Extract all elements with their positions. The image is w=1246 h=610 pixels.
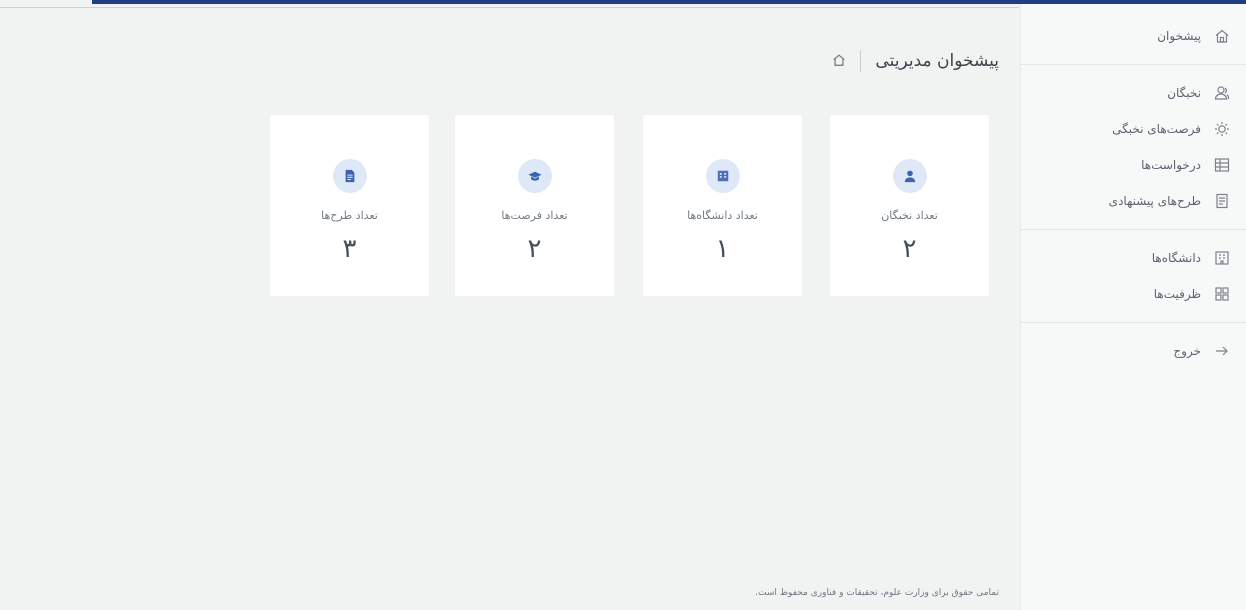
sidebar-item-capacities[interactable]: ظرفیت‌ها	[1021, 276, 1246, 312]
stat-label: تعداد نخبگان	[881, 209, 938, 222]
sidebar-item-label: نخبگان	[1167, 86, 1201, 100]
stat-label: تعداد فرصت‌ها	[501, 209, 568, 222]
graduation-cap-icon	[517, 159, 552, 193]
header-divider	[860, 50, 862, 72]
stat-card-opportunities[interactable]: تعداد فرصت‌ها ۲	[455, 115, 614, 296]
stat-value: ۳	[342, 234, 357, 264]
stat-value: ۱	[715, 234, 730, 264]
footer-copyright: تمامی حقوق برای وزارت علوم، تحقیقات و فن…	[755, 588, 999, 598]
sidebar-item-logout[interactable]: خروج	[1021, 333, 1246, 369]
sidebar-item-label: فرصت‌های نخبگی	[1112, 122, 1201, 136]
user-icon	[892, 159, 927, 193]
sidebar-item-label: درخواست‌ها	[1141, 158, 1201, 172]
sidebar-divider	[1021, 64, 1246, 65]
sidebar: پیشخوان نخبگان فرصت‌های نخبگی درخواست‌ها…	[1020, 4, 1246, 610]
home-icon	[1213, 27, 1231, 45]
stat-label: تعداد دانشگاه‌ها	[687, 209, 758, 222]
home-icon[interactable]	[828, 52, 846, 70]
sidebar-item-label: دانشگاه‌ها	[1151, 251, 1201, 265]
list-icon	[1213, 156, 1231, 174]
sidebar-item-label: طرح‌های پیشنهادی	[1108, 194, 1201, 208]
arrow-right-icon	[1213, 342, 1231, 360]
lightbulb-icon	[1213, 120, 1231, 138]
sidebar-item-elites[interactable]: نخبگان	[1021, 75, 1246, 111]
sidebar-divider	[1021, 229, 1246, 230]
stat-value: ۲	[527, 234, 542, 264]
sidebar-item-opportunities[interactable]: فرصت‌های نخبگی	[1021, 111, 1246, 147]
grid-icon	[1213, 285, 1231, 303]
main-content: پیشخوان مدیریتی تعداد نخبگان ۲ تعداد دان…	[0, 8, 1019, 610]
stat-card-universities[interactable]: تعداد دانشگاه‌ها ۱	[643, 115, 802, 296]
building-icon	[1213, 249, 1231, 267]
stat-value: ۲	[902, 234, 917, 264]
file-icon	[332, 159, 367, 193]
sidebar-item-requests[interactable]: درخواست‌ها	[1021, 147, 1246, 183]
sidebar-item-label: خروج	[1173, 344, 1201, 358]
sidebar-divider	[1021, 322, 1246, 323]
users-icon	[1213, 84, 1231, 102]
stat-card-elites[interactable]: تعداد نخبگان ۲	[830, 115, 989, 296]
sidebar-item-universities[interactable]: دانشگاه‌ها	[1021, 240, 1246, 276]
breadcrumb: پیشخوان مدیریتی	[828, 50, 999, 72]
stat-label: تعداد طرح‌ها	[321, 209, 378, 222]
sidebar-item-label: ظرفیت‌ها	[1153, 287, 1201, 301]
sidebar-item-proposals[interactable]: طرح‌های پیشنهادی	[1021, 183, 1246, 219]
page-title: پیشخوان مدیریتی	[875, 51, 999, 71]
document-icon	[1213, 192, 1231, 210]
building-icon	[705, 159, 740, 193]
sidebar-item-label: پیشخوان	[1157, 29, 1201, 43]
stat-card-proposals[interactable]: تعداد طرح‌ها ۳	[270, 115, 429, 296]
sidebar-item-dashboard[interactable]: پیشخوان	[1021, 18, 1246, 54]
